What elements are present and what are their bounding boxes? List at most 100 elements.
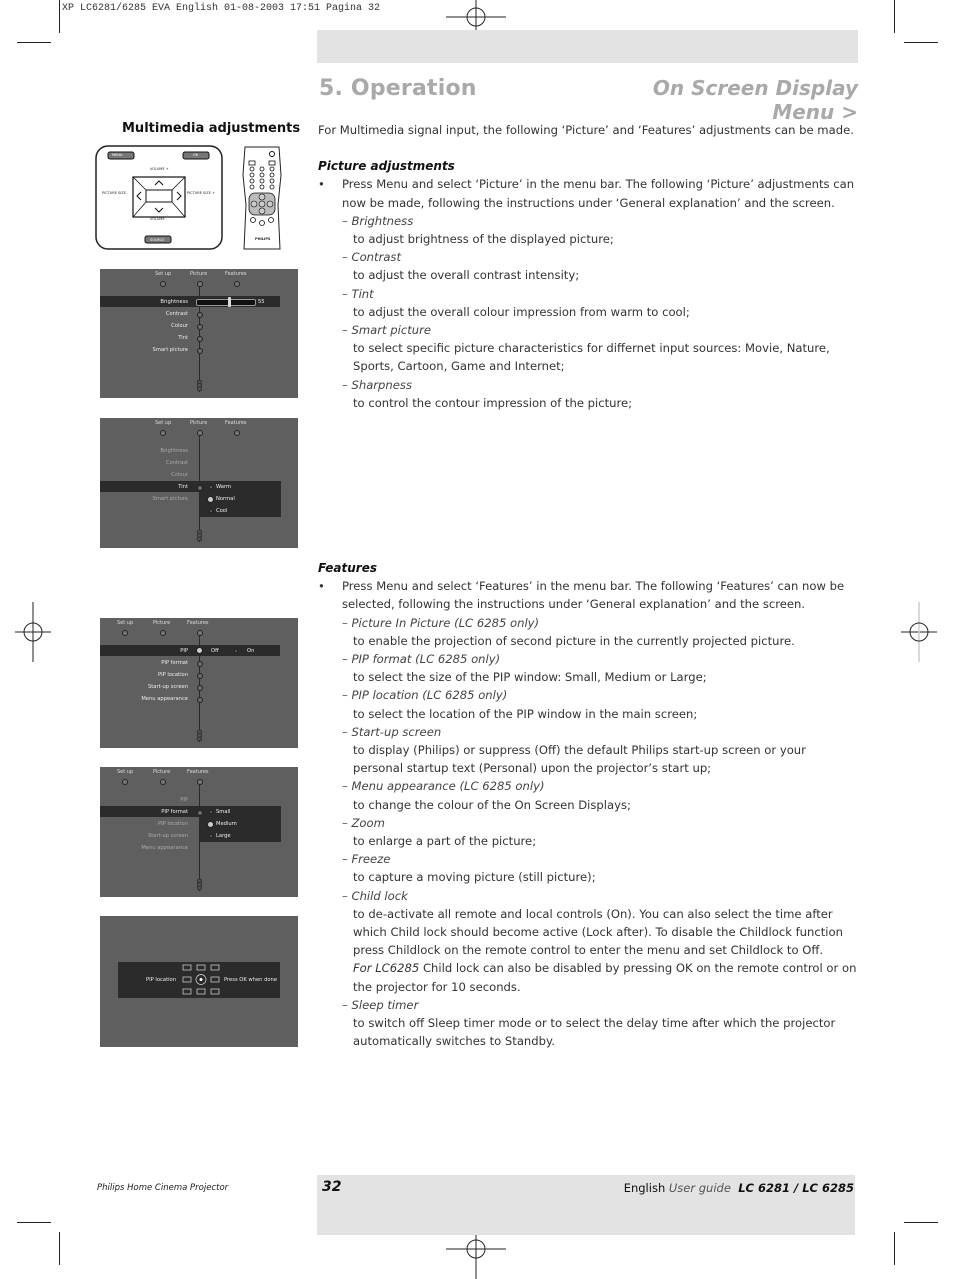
picture-bullet: • Press Menu and select ‘Picture’ in the… [318,175,858,211]
remote-control-illustration: PHILIPS [241,145,283,252]
pip-location-grid-icon[interactable] [182,964,220,996]
scroll-down-icon [197,729,202,742]
features-item: – Zoom to enlarge a part of the picture; [318,814,858,850]
child-lock-note-text: Child lock can also be disabled by press… [353,961,857,994]
format-option-large[interactable]: Large [216,833,231,839]
crop-mark [894,1232,895,1265]
features-item-name: – Menu appearance (LC 6285 only) [342,779,545,794]
format-option-small[interactable]: Small [216,809,230,815]
osd-item-tint: Tint [178,335,188,341]
picture-item: – Brightness to adjust brightness of the… [318,212,858,248]
osd-tab-features: Features [187,620,209,626]
pip-option-off[interactable]: Off [211,648,219,654]
features-item-name: – PIP location (LC 6285 only) [342,688,508,703]
features-item-name: – Child lock [342,888,408,903]
picture-item-desc: to adjust brightness of the displayed pi… [353,232,614,247]
features-item-name: – Sleep timer [342,997,419,1012]
osd-item-smart-picture: Smart picture [152,347,188,353]
features-item-desc: to select the location of the PIP window… [353,706,698,721]
features-item-desc: to display (Philips) or suppress (Off) t… [353,743,806,776]
picture-item-desc: to adjust the overall contrast intensity… [353,268,580,283]
osd-item-colour: Colour [171,323,188,329]
features-item: – PIP format (LC 6285 only) to select th… [318,650,858,686]
osd-screen-pip-location: PIP location Press OK when done [100,916,298,1047]
brightness-value: 55 [258,299,265,305]
picture-lead-text: Press Menu and select ‘Picture’ in the m… [342,177,855,210]
footer-models: LC 6281 / LC 6285 [738,1181,854,1195]
option-dot [234,649,238,653]
osd-item-brightness: Brightness [160,299,188,305]
crop-mark [59,0,60,33]
brightness-slider-handle[interactable] [228,297,231,307]
main-content: For Multimedia signal input, the followi… [318,121,858,412]
osd-screen-pip: Set up Picture Features PIP PIP format P… [100,618,298,748]
features-item-desc: to change the colour of the On Screen Di… [353,797,631,812]
osd-item-contrast: Contrast [165,460,188,466]
features-heading: Features [318,561,377,575]
tint-option-cool[interactable]: Cool [216,508,227,514]
osd-item-contrast: Contrast [165,311,188,317]
source-key-label: SOURCE [150,238,165,242]
features-item-name: – Start-up screen [342,724,442,739]
osd-tab-dot [197,430,203,436]
remote-brand-label: PHILIPS [255,237,271,241]
pip-option-on[interactable]: On [247,648,254,654]
osd-screen-brightness: Set up Picture Features Brightness Contr… [100,269,298,398]
section-title: 5. Operation [319,76,477,101]
tint-option-normal[interactable]: Normal [216,496,235,502]
osd-tab-dot [234,430,240,436]
registration-mark-icon [15,602,51,662]
osd-item-menu-appearance: Menu appearance [141,845,188,851]
osd-item-dot [197,485,203,491]
option-dot [209,834,213,838]
footer-language: English [623,1181,666,1195]
picture-item-desc: to adjust the overall colour impression … [353,304,690,319]
osd-tab-picture: Picture [190,420,208,426]
osd-screen-tint: Set up Picture Features Brightness Contr… [100,418,298,548]
osd-tab-dot [197,779,203,785]
picture-item-name: – Contrast [342,250,402,265]
selected-option-indicator-icon [207,496,214,503]
features-item: – Sleep timer to switch off Sleep timer … [318,996,858,1051]
picture-item: – Tint to adjust the overall colour impr… [318,285,858,321]
scroll-down-icon [197,529,202,542]
osd-item-startup-screen: Start-up screen [147,684,188,690]
header-band [317,30,858,63]
osd-item-pip-format: PIP format [161,660,188,666]
projector-keypad-illustration: MENU OK VOLUME + VOLUME - PICTURE SIZE -… [95,145,223,250]
osd-tab-dot [197,281,203,287]
brightness-slider[interactable] [196,297,256,307]
subsection-title: On Screen Display Menu > [652,76,858,124]
features-item: – Freeze to capture a moving picture (st… [318,850,858,886]
features-item-desc: to switch off Sleep timer mode or to sel… [353,1016,836,1049]
volume-up-label: VOLUME + [150,167,169,171]
features-item: – PIP location (LC 6285 only) to select … [318,686,858,722]
features-item: – Child lock to de-activate all remote a… [318,887,858,996]
osd-item-dot [197,324,203,330]
osd-tab-dot [160,779,166,785]
format-option-medium[interactable]: Medium [216,821,237,827]
crop-mark [904,42,938,43]
osd-item-dot [197,661,203,667]
picture-item-name: – Sharpness [342,377,412,392]
osd-item-startup-screen: Start-up screen [147,833,188,839]
features-item-desc: to capture a moving picture (still pictu… [353,870,596,885]
scroll-down-icon [197,878,202,891]
osd-tab-dot [160,281,166,287]
osd-item-dot [197,673,203,679]
osd-tab-dot [197,630,203,636]
features-item-desc: to enable the projection of second pictu… [353,633,795,648]
osd-item-pip-location: PIP location [157,672,188,678]
osd-item-dot [197,697,203,703]
osd-tab-setup: Set up [117,769,134,775]
child-lock-note: For LC6285 Child lock can also be disabl… [342,959,858,995]
crop-mark [894,0,895,33]
pip-location-label: PIP location [146,977,177,983]
tint-option-warm[interactable]: Warm [216,484,231,490]
osd-tab-dot [234,281,240,287]
bullet-icon: • [318,177,325,192]
multimedia-heading: Multimedia adjustments [122,121,301,136]
osd-tab-picture: Picture [153,769,171,775]
osd-tab-setup: Set up [155,271,172,277]
osd-tab-setup: Set up [155,420,172,426]
